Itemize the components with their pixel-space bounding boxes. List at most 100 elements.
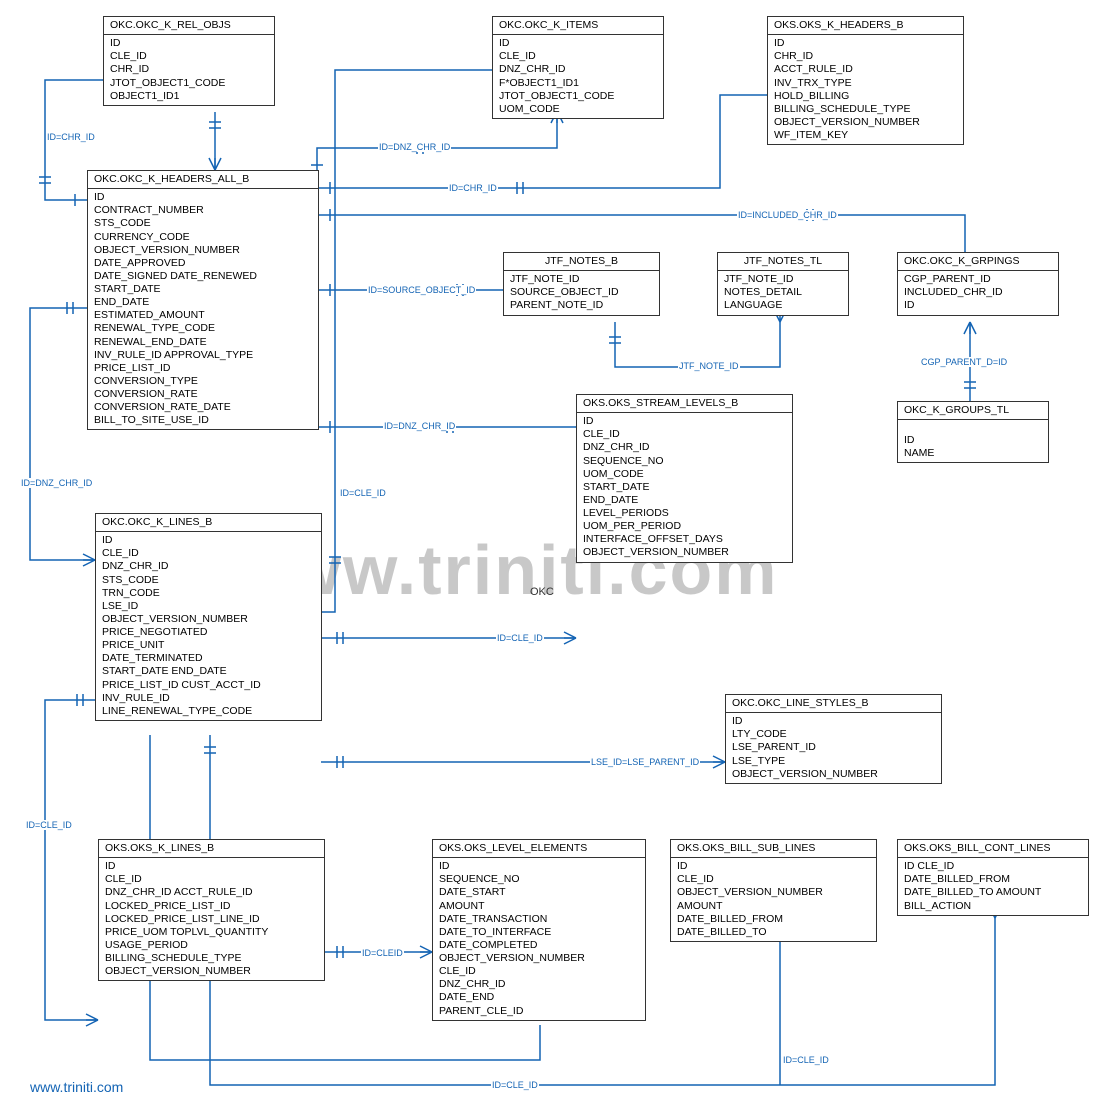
column-row: NOTES_DETAIL: [724, 286, 842, 299]
column-row: PRICE_LIST_ID: [94, 362, 312, 375]
column-row: HOLD_BILLING: [774, 90, 957, 103]
column-row: CURRENCY_CODE: [94, 231, 312, 244]
column-row: CLE_ID: [105, 873, 318, 886]
column-row: OBJECT_VERSION_NUMBER: [677, 886, 870, 899]
column-row: DNZ_CHR_ID: [439, 978, 639, 991]
column-row: OBJECT_VERSION_NUMBER: [94, 244, 312, 257]
column-row: CLE_ID: [499, 50, 657, 63]
entity-okc-k-rel-objs: OKC.OKC_K_REL_OBJS IDCLE_IDCHR_IDJTOT_OB…: [103, 16, 275, 106]
column-row: PRICE_UOM TOPLVL_QUANTITY: [105, 926, 318, 939]
column-row: DNZ_CHR_ID: [499, 63, 657, 76]
column-row: ID: [94, 191, 312, 204]
column-row: CLE_ID: [439, 965, 639, 978]
column-row: WF_ITEM_KEY: [774, 129, 957, 142]
column-row: DATE_END: [439, 991, 639, 1004]
column-row: JTOT_OBJECT1_CODE: [499, 90, 657, 103]
column-row: CONVERSION_RATE: [94, 388, 312, 401]
entity-body: IDCLE_IDCHR_IDJTOT_OBJECT1_CODEOBJECT1_I…: [104, 35, 274, 105]
column-row: JTF_NOTE_ID: [510, 273, 653, 286]
column-row: SOURCE_OBJECT_ID: [510, 286, 653, 299]
column-row: DATE_TERMINATED: [102, 652, 315, 665]
column-row: ESTIMATED_AMOUNT: [94, 309, 312, 322]
column-row: UOM_CODE: [583, 468, 786, 481]
conn-label: ID=DNZ_CHR_ID: [378, 142, 451, 152]
column-row: USAGE_PERIOD: [105, 939, 318, 952]
column-row: SEQUENCE_NO: [439, 873, 639, 886]
entity-body: IDCLE_IDDNZ_CHR_IDSEQUENCE_NOUOM_CODESTA…: [577, 413, 792, 561]
column-row: AMOUNT: [677, 900, 870, 913]
entity-title: OKS.OKS_K_LINES_B: [99, 840, 324, 858]
column-row: ID: [677, 860, 870, 873]
entity-jtf-notes-b: JTF_NOTES_B JTF_NOTE_IDSOURCE_OBJECT_IDP…: [503, 252, 660, 316]
column-row: DATE_COMPLETED: [439, 939, 639, 952]
column-row: JTOT_OBJECT1_CODE: [110, 77, 268, 90]
column-row: CLE_ID: [110, 50, 268, 63]
entity-jtf-notes-tl: JTF_NOTES_TL JTF_NOTE_IDNOTES_DETAILLANG…: [717, 252, 849, 316]
entity-oks-bill-sub-lines: OKS.OKS_BILL_SUB_LINES IDCLE_IDOBJECT_VE…: [670, 839, 877, 942]
entity-body: IDSEQUENCE_NODATE_STARTAMOUNTDATE_TRANSA…: [433, 858, 645, 1020]
column-row: OBJECT1_ID1: [110, 90, 268, 103]
column-row: ID: [774, 37, 957, 50]
column-row: UOM_PER_PERIOD: [583, 520, 786, 533]
entity-oks-level-elements: OKS.OKS_LEVEL_ELEMENTS IDSEQUENCE_NODATE…: [432, 839, 646, 1021]
footer-link[interactable]: www.triniti.com: [30, 1079, 123, 1095]
entity-title: OKC.OKC_K_ITEMS: [493, 17, 663, 35]
entity-oks-k-headers-b: OKS.OKS_K_HEADERS_B IDCHR_IDACCT_RULE_ID…: [767, 16, 964, 145]
column-row: PRICE_UNIT: [102, 639, 315, 652]
column-row: NAME: [904, 447, 1042, 460]
entity-title: OKS.OKS_BILL_SUB_LINES: [671, 840, 876, 858]
column-row: DATE_SIGNED DATE_RENEWED: [94, 270, 312, 283]
entity-title: OKS.OKS_BILL_CONT_LINES: [898, 840, 1088, 858]
column-row: ACCT_RULE_ID: [774, 63, 957, 76]
column-row: CLE_ID: [102, 547, 315, 560]
column-row: CGP_PARENT_ID: [904, 273, 1052, 286]
entity-oks-stream-levels-b: OKS.OKS_STREAM_LEVELS_B IDCLE_IDDNZ_CHR_…: [576, 394, 793, 563]
entity-title: OKS.OKS_LEVEL_ELEMENTS: [433, 840, 645, 858]
column-row: CLE_ID: [583, 428, 786, 441]
conn-label: ID=CLEID: [361, 948, 404, 958]
column-row: TRN_CODE: [102, 587, 315, 600]
entity-oks-k-lines-b: OKS.OKS_K_LINES_B IDCLE_IDDNZ_CHR_ID ACC…: [98, 839, 325, 981]
entity-body: CGP_PARENT_IDINCLUDED_CHR_IDID: [898, 271, 1058, 314]
okc-label: OKC: [530, 586, 554, 598]
column-row: OBJECT_VERSION_NUMBER: [105, 965, 318, 978]
column-row: OBJECT_VERSION_NUMBER: [583, 546, 786, 559]
column-row: PRICE_LIST_ID CUST_ACCT_ID: [102, 679, 315, 692]
entity-title: OKC.OKC_K_GRPINGS: [898, 253, 1058, 271]
entity-okc-k-lines-b: OKC.OKC_K_LINES_B IDCLE_IDDNZ_CHR_IDSTS_…: [95, 513, 322, 721]
column-row: PRICE_NEGOTIATED: [102, 626, 315, 639]
column-row: LSE_TYPE: [732, 755, 935, 768]
entity-title: OKC.OKC_K_LINES_B: [96, 514, 321, 532]
column-row: AMOUNT: [439, 900, 639, 913]
column-row: ID: [110, 37, 268, 50]
conn-label: ID=CLE_ID: [496, 633, 544, 643]
column-row: UOM_CODE: [499, 103, 657, 116]
column-row: ID: [105, 860, 318, 873]
entity-title: OKC.OKC_LINE_STYLES_B: [726, 695, 941, 713]
entity-oks-bill-cont-lines: OKS.OKS_BILL_CONT_LINES ID CLE_IDDATE_BI…: [897, 839, 1089, 916]
entity-okc-k-groups-tl: OKC_K_GROUPS_TL IDNAME: [897, 401, 1049, 463]
column-row: DATE_BILLED_TO AMOUNT: [904, 886, 1082, 899]
column-row: DATE_APPROVED: [94, 257, 312, 270]
column-row: OBJECT_VERSION_NUMBER: [102, 613, 315, 626]
column-row: LINE_RENEWAL_TYPE_CODE: [102, 705, 315, 718]
column-row: ID: [102, 534, 315, 547]
column-row: BILL_ACTION: [904, 900, 1082, 913]
entity-title: OKC.OKC_K_REL_OBJS: [104, 17, 274, 35]
column-row: INTERFACE_OFFSET_DAYS: [583, 533, 786, 546]
column-row: INV_TRX_TYPE: [774, 77, 957, 90]
column-row: BILLING_SCHEDULE_TYPE: [105, 952, 318, 965]
entity-body: JTF_NOTE_IDSOURCE_OBJECT_IDPARENT_NOTE_I…: [504, 271, 659, 314]
entity-title: OKS.OKS_STREAM_LEVELS_B: [577, 395, 792, 413]
column-row: BILLING_SCHEDULE_TYPE: [774, 103, 957, 116]
column-row: ID: [904, 299, 1052, 312]
entity-title: JTF_NOTES_TL: [718, 253, 848, 271]
entity-title: OKS.OKS_K_HEADERS_B: [768, 17, 963, 35]
entity-body: IDCLE_IDDNZ_CHR_IDSTS_CODETRN_CODELSE_ID…: [96, 532, 321, 720]
column-row: BILL_TO_SITE_USE_ID: [94, 414, 312, 427]
entity-body: IDCHR_IDACCT_RULE_IDINV_TRX_TYPEHOLD_BIL…: [768, 35, 963, 144]
column-row: DNZ_CHR_ID ACCT_RULE_ID: [105, 886, 318, 899]
entity-body: IDNAME: [898, 420, 1048, 462]
column-row: ID: [439, 860, 639, 873]
column-row: LSE_PARENT_ID: [732, 741, 935, 754]
